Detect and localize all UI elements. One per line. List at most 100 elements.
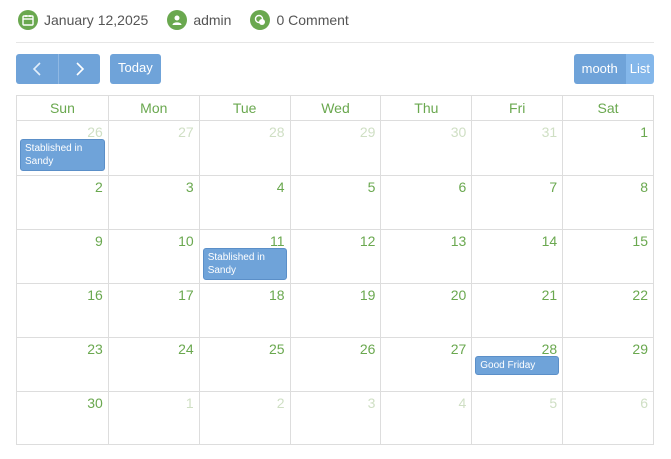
calendar-day-cell[interactable]: 4 <box>380 392 471 445</box>
month-calendar: Sun Mon Tue Wed Thu Fri Sat 26 Stablished in Sa… <box>16 95 654 445</box>
calendar-day-cell[interactable]: 17 <box>107 284 199 337</box>
day-number: 28 <box>541 341 558 357</box>
weekday-header-cell: Sun <box>49 100 75 116</box>
day-number: 12 <box>359 233 376 249</box>
calendar-day-cell[interactable]: 30 <box>380 121 471 175</box>
day-number: 13 <box>450 233 467 249</box>
weekday-header-cell: Wed <box>289 96 381 120</box>
day-number: 29 <box>632 341 648 357</box>
weekday-header-cell: Tue <box>198 96 290 120</box>
calendar-day-cell[interactable]: 14 <box>471 230 562 283</box>
calendar-day-cell[interactable]: 8 <box>562 176 653 229</box>
day-number: 2 <box>276 395 285 411</box>
day-number: 10 <box>178 233 194 249</box>
calendar-day-cell[interactable]: 20 <box>380 284 471 337</box>
day-number: 3 <box>367 395 376 411</box>
calendar-day-cell[interactable]: 24 <box>107 338 199 391</box>
calendar-week-row: 2 3 4 5 6 7 8 <box>17 175 653 229</box>
calendar-day-cell[interactable]: 10 <box>107 230 199 283</box>
calendar-icon <box>18 10 38 30</box>
calendar-day-cell[interactable]: 28 <box>198 121 290 175</box>
day-number: 15 <box>632 233 648 249</box>
calendar-day-cell[interactable]: 1 <box>107 392 199 445</box>
nav-button-group <box>16 54 100 84</box>
chevron-left-icon <box>32 62 41 76</box>
day-number: 3 <box>185 179 194 195</box>
calendar-event[interactable]: Stablished in Sandy <box>202 248 287 280</box>
calendar-day-cell[interactable]: 21 <box>471 284 562 337</box>
weekday-header: Sun Mon Tue Wed Thu Fri Sat <box>17 96 653 121</box>
calendar-day-cell[interactable]: 22 <box>562 284 653 337</box>
calendar-week-row: 26 Stablished in Sandy 27 28 29 30 31 1 <box>17 121 653 175</box>
day-number: 27 <box>450 341 467 357</box>
day-number: 23 <box>87 341 103 357</box>
post-date-text: January 12,2025 <box>44 12 149 28</box>
calendar-day-cell[interactable]: 3 <box>289 392 381 445</box>
calendar-week-row: 30 1 2 3 4 5 6 <box>17 391 653 445</box>
calendar-day-cell[interactable]: 1 <box>562 121 653 175</box>
calendar-day-cell[interactable]: 27 <box>380 338 471 391</box>
calendar-day-cell[interactable]: 6 <box>380 176 471 229</box>
calendar-day-cell[interactable]: 13 <box>380 230 471 283</box>
calendar-day-cell[interactable]: 9 <box>17 230 108 283</box>
day-number: 21 <box>541 287 558 303</box>
calendar-day-cell[interactable]: 31 <box>471 121 562 175</box>
calendar-day-cell[interactable]: 5 <box>471 392 562 445</box>
day-number: 25 <box>268 341 285 357</box>
calendar-day-cell[interactable]: 7 <box>471 176 562 229</box>
calendar-day-cell[interactable]: 28 Good Friday <box>471 338 562 391</box>
calendar-toolbar: Today mooth List <box>16 54 654 84</box>
calendar-day-cell[interactable]: 26 Stablished in Sandy <box>17 121 108 175</box>
calendar-day-cell[interactable]: 12 <box>289 230 381 283</box>
calendar-week-row: 16 17 18 19 20 21 22 <box>17 283 653 337</box>
post-comments-text[interactable]: 0 Comment <box>276 12 348 28</box>
view-month-button[interactable]: mooth <box>573 54 626 84</box>
calendar-day-cell[interactable]: 27 <box>107 121 199 175</box>
day-number: 5 <box>549 395 558 411</box>
calendar-day-cell[interactable]: 15 <box>562 230 653 283</box>
calendar-day-cell[interactable]: 2 <box>17 176 108 229</box>
day-number: 6 <box>458 179 467 195</box>
calendar-day-cell[interactable]: 3 <box>107 176 199 229</box>
calendar-day-cell[interactable]: 23 <box>17 338 108 391</box>
view-list-button[interactable]: List <box>625 54 654 84</box>
post-author-text[interactable]: admin <box>193 12 231 28</box>
chevron-right-icon <box>75 62 84 76</box>
calendar-day-cell[interactable]: 11 Stablished in Sandy <box>198 230 290 283</box>
next-month-button[interactable] <box>58 54 100 84</box>
calendar-day-cell[interactable]: 6 <box>562 392 653 445</box>
weekday-header-cell: Sat <box>562 96 653 120</box>
day-number: 8 <box>640 179 648 195</box>
calendar-day-cell[interactable]: 29 <box>289 121 381 175</box>
calendar-week-row: 9 10 11 Stablished in Sandy 12 13 14 15 <box>17 229 653 283</box>
post-author[interactable]: admin <box>167 10 231 30</box>
today-button[interactable]: Today <box>110 54 161 84</box>
calendar-day-cell[interactable]: 29 <box>562 338 653 391</box>
post-date: January 12,2025 <box>18 10 148 30</box>
comment-icon <box>250 10 271 30</box>
calendar-event[interactable]: Stablished in Sandy <box>20 139 105 171</box>
post-comments[interactable]: 0 Comment <box>250 10 349 30</box>
day-number: 1 <box>185 395 194 411</box>
divider <box>16 42 654 43</box>
day-number: 27 <box>178 124 194 140</box>
calendar-day-cell[interactable]: 16 <box>17 284 108 337</box>
day-number: 20 <box>450 287 467 303</box>
calendar-day-cell[interactable]: 30 <box>17 392 108 445</box>
calendar-day-cell[interactable]: 18 <box>198 284 290 337</box>
calendar-event[interactable]: Good Friday <box>475 356 560 375</box>
prev-month-button[interactable] <box>16 54 58 84</box>
calendar-day-cell[interactable]: 4 <box>198 176 290 229</box>
day-number: 24 <box>178 341 194 357</box>
calendar-day-cell[interactable]: 19 <box>289 284 381 337</box>
calendar-day-cell[interactable]: 26 <box>289 338 381 391</box>
calendar-day-cell[interactable]: 25 <box>198 338 290 391</box>
day-number: 11 <box>270 233 285 249</box>
calendar-day-cell[interactable]: 5 <box>289 176 381 229</box>
calendar-weeks: 26 Stablished in Sandy 27 28 29 30 31 1 2 3 4 5 6 7 8 9… <box>17 121 653 445</box>
day-number: 6 <box>640 395 648 411</box>
day-number: 19 <box>359 287 376 303</box>
calendar-day-cell[interactable]: 2 <box>198 392 290 445</box>
day-number: 17 <box>178 287 194 303</box>
day-number: 30 <box>87 395 103 411</box>
